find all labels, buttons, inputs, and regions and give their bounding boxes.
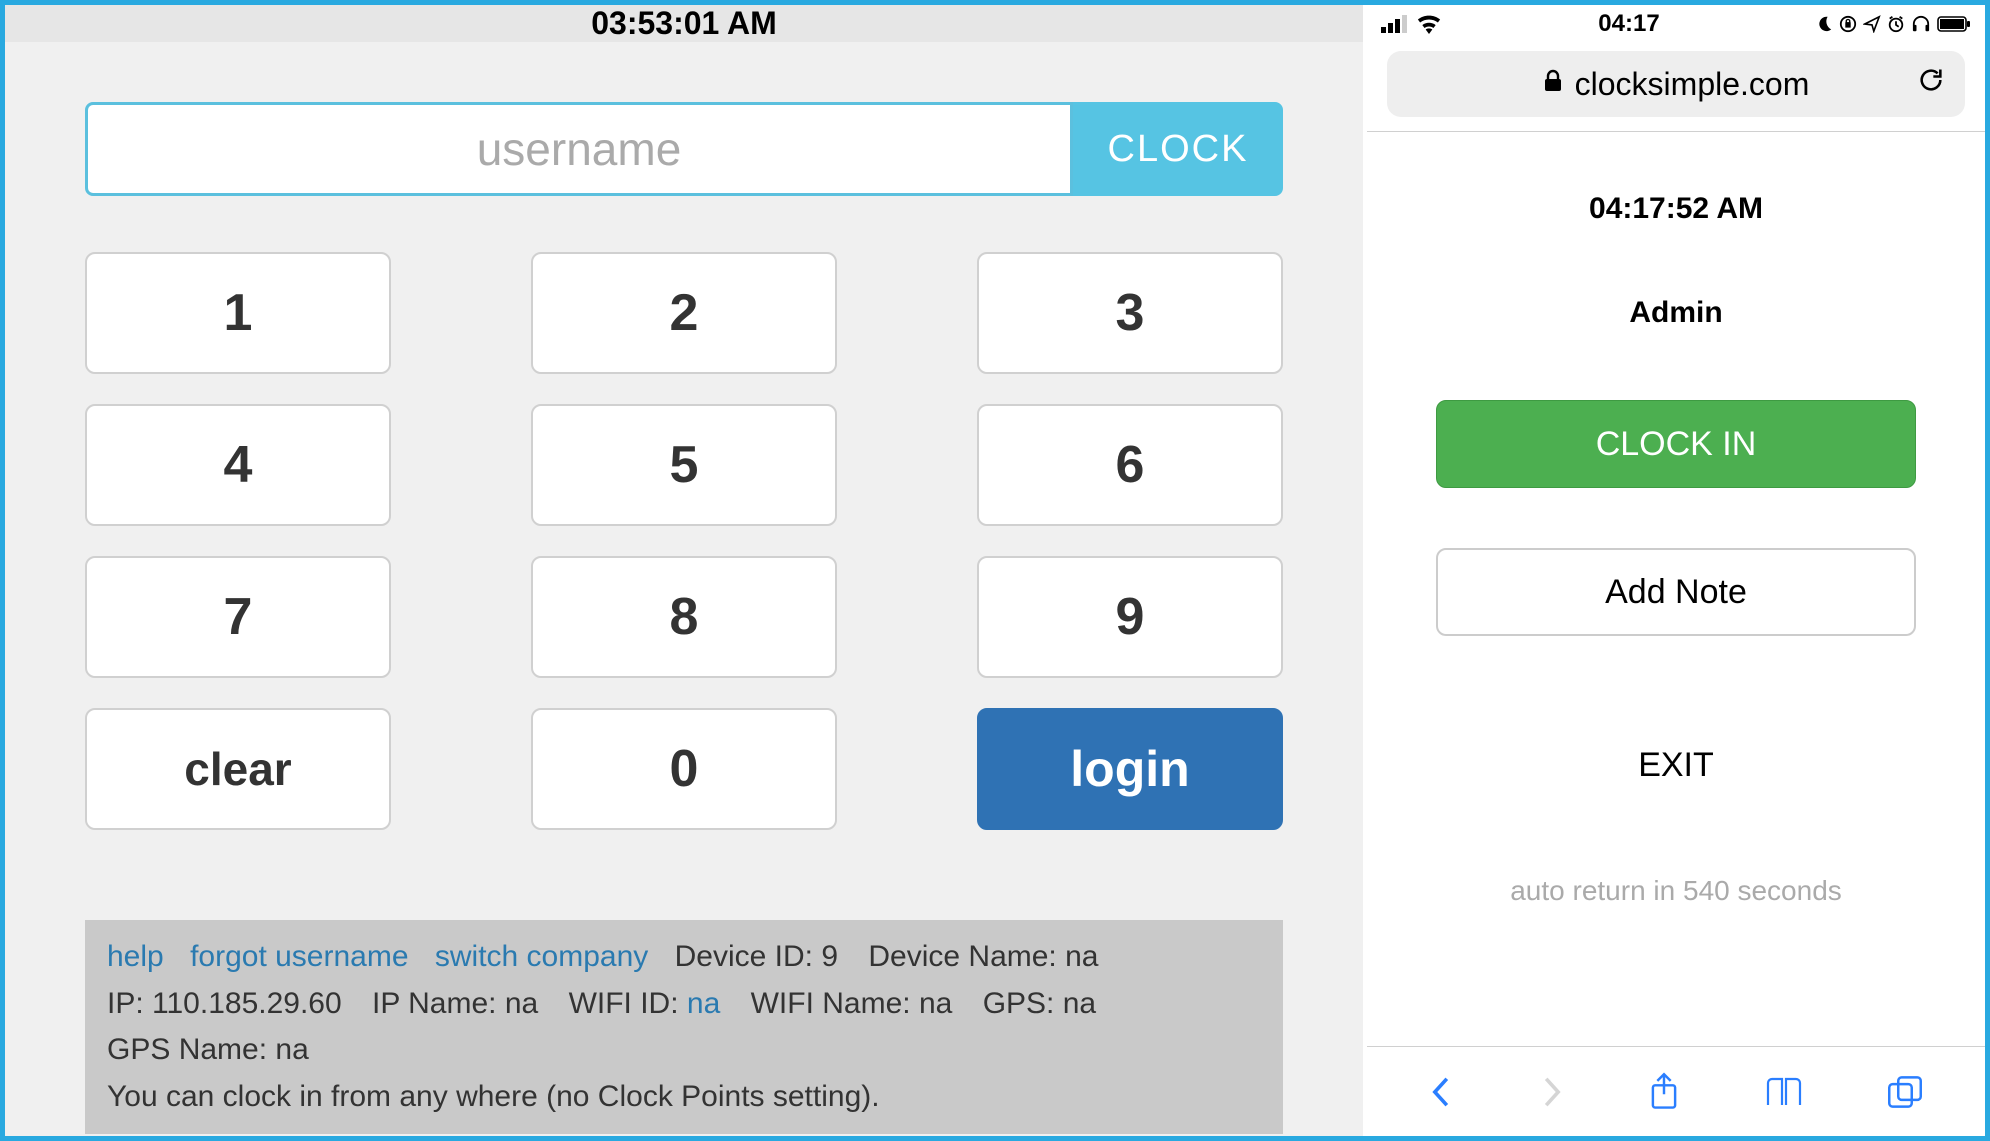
keypad-0[interactable]: 0 xyxy=(531,708,837,830)
tabs-icon[interactable] xyxy=(1887,1075,1923,1109)
keypad-5[interactable]: 5 xyxy=(531,404,837,526)
clock-in-button[interactable]: CLOCK IN xyxy=(1436,400,1916,488)
orientation-lock-icon xyxy=(1839,15,1857,33)
alarm-icon xyxy=(1887,15,1905,33)
forward-icon xyxy=(1538,1074,1564,1110)
keypad-2[interactable]: 2 xyxy=(531,252,837,374)
keypad-9[interactable]: 9 xyxy=(977,556,1283,678)
ios-status-bar: 04:17 xyxy=(1367,5,1985,43)
clock-point-note: You can clock in from any where (no Cloc… xyxy=(107,1080,880,1113)
back-icon[interactable] xyxy=(1429,1074,1455,1110)
reload-icon[interactable] xyxy=(1917,66,1945,102)
bookmarks-icon[interactable] xyxy=(1764,1075,1804,1109)
clock-time: 03:53:01 AM xyxy=(5,5,1363,42)
share-icon[interactable] xyxy=(1648,1072,1680,1112)
browser-address-bar[interactable]: clocksimple.com xyxy=(1387,51,1965,117)
keypad-1[interactable]: 1 xyxy=(85,252,391,374)
wifi-icon xyxy=(1415,14,1443,34)
cellular-signal-icon xyxy=(1381,15,1409,33)
exit-button[interactable]: EXIT xyxy=(1638,746,1714,785)
current-user: Admin xyxy=(1629,296,1722,330)
keypad-8[interactable]: 8 xyxy=(531,556,837,678)
lock-icon xyxy=(1543,69,1563,100)
switch-company-link[interactable]: switch company xyxy=(435,940,648,973)
status-info-box: help forgot username switch company Devi… xyxy=(85,920,1283,1134)
moon-icon xyxy=(1815,15,1833,33)
keypad-6[interactable]: 6 xyxy=(977,404,1283,526)
keypad-login[interactable]: login xyxy=(977,708,1283,830)
tablet-kiosk-pane: 03:53:01 AM CLOCK 1 2 3 4 5 6 7 xyxy=(5,5,1363,1136)
numeric-keypad: 1 2 3 4 5 6 7 8 9 clear 0 login xyxy=(85,252,1283,860)
username-input[interactable] xyxy=(85,102,1073,196)
clock-button[interactable]: CLOCK xyxy=(1073,102,1283,196)
battery-icon xyxy=(1937,16,1971,32)
page-time: 04:17:52 AM xyxy=(1589,192,1763,226)
phone-browser-pane: 04:17 clocksimple.com 04:17:52 AM Admin xyxy=(1367,5,1985,1136)
auto-return-note: auto return in 540 seconds xyxy=(1510,875,1842,907)
keypad-4[interactable]: 4 xyxy=(85,404,391,526)
help-link[interactable]: help xyxy=(107,940,164,973)
location-icon xyxy=(1863,15,1881,33)
add-note-button[interactable]: Add Note xyxy=(1436,548,1916,636)
browser-domain: clocksimple.com xyxy=(1575,66,1810,103)
keypad-7[interactable]: 7 xyxy=(85,556,391,678)
status-bar-time: 04:17 xyxy=(1598,10,1659,38)
keypad-clear[interactable]: clear xyxy=(85,708,391,830)
keypad-3[interactable]: 3 xyxy=(977,252,1283,374)
headphones-icon xyxy=(1911,15,1931,33)
forgot-username-link[interactable]: forgot username xyxy=(190,940,408,973)
safari-toolbar xyxy=(1367,1046,1985,1136)
